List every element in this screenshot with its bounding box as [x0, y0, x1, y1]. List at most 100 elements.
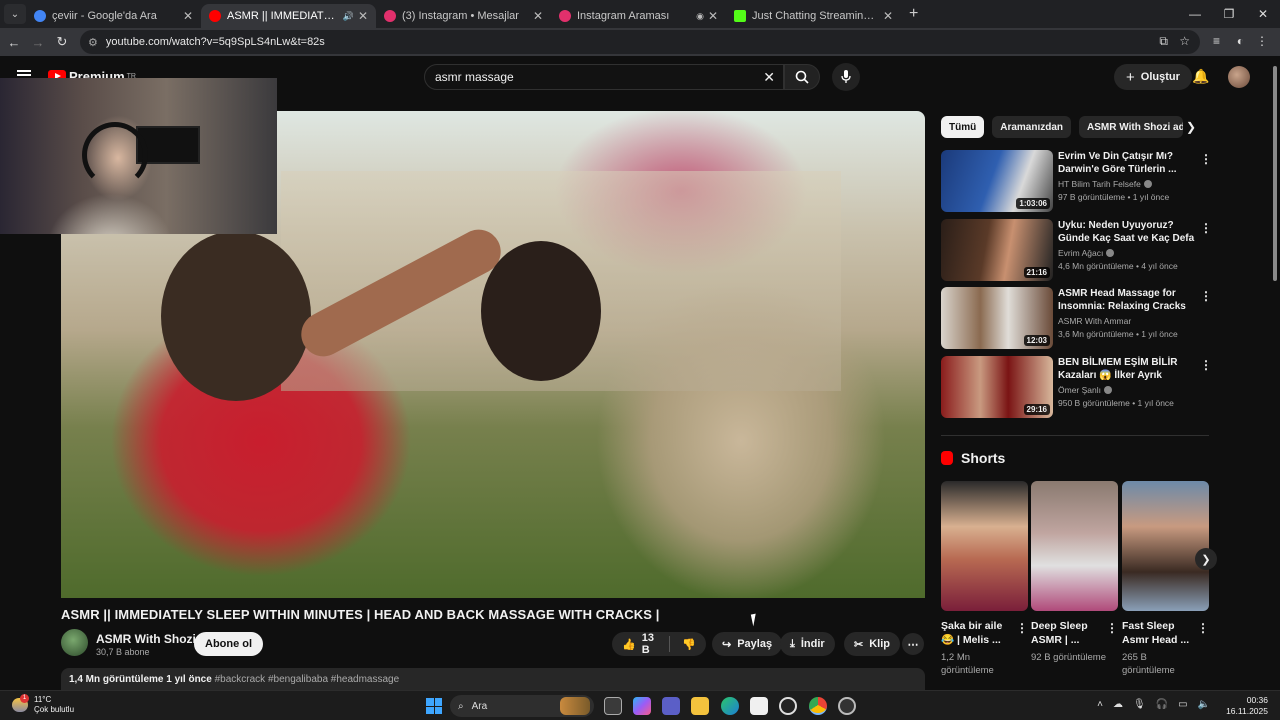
webcam-headset [82, 122, 148, 188]
create-button[interactable]: + Oluştur [1114, 64, 1192, 90]
more-vertical-icon[interactable]: ⋮ [1200, 358, 1212, 372]
video-thumbnail[interactable]: 29:16 [941, 356, 1053, 418]
short-thumbnail[interactable] [941, 481, 1028, 611]
restore-icon[interactable]: ❐ [1212, 0, 1246, 28]
onedrive-icon[interactable]: ☁ [1113, 699, 1123, 710]
minimize-icon[interactable]: — [1178, 0, 1212, 28]
search-button[interactable] [784, 64, 820, 90]
recommendation-item[interactable]: 1:03:06 Evrim Ve Din Çatışır Mı? Darwin'… [941, 150, 1212, 212]
short-thumbnail[interactable] [1122, 481, 1209, 611]
more-vertical-icon[interactable]: ⋮ [1200, 289, 1212, 303]
chevron-right-icon[interactable]: ❯ [1186, 120, 1196, 134]
clear-search-icon[interactable]: ✕ [763, 69, 775, 86]
video-thumbnail[interactable]: 1:03:06 [941, 150, 1053, 212]
forward-icon[interactable]: → [26, 35, 50, 50]
thumbs-down-icon: 👎 [682, 638, 696, 651]
hashtags[interactable]: #backcrack #bengalibaba #headmassage [215, 674, 400, 685]
voice-search-button[interactable] [832, 63, 860, 91]
taskbar-search[interactable]: ⌕ Ara [450, 695, 594, 717]
tab-youtube-video[interactable]: ASMR || IMMEDIATELY SLEE 🔊 ✕ [201, 4, 376, 28]
chip-all[interactable]: Tümü [941, 116, 985, 138]
channel-avatar[interactable] [61, 629, 88, 656]
like-button[interactable]: 👍 13 B [622, 632, 657, 656]
headphones-icon[interactable]: 🎧 [1156, 699, 1168, 710]
more-actions-button[interactable]: ⋯ [902, 633, 924, 655]
task-view-icon[interactable] [604, 697, 622, 715]
dislike-button[interactable]: 👎 [682, 638, 696, 651]
search-highlight-image [560, 697, 590, 715]
cast-icon[interactable]: ⧉ [1159, 34, 1168, 49]
new-tab-icon[interactable]: + [909, 5, 918, 23]
recommendation-item[interactable]: 12:03 ASMR Head Massage for Insomnia: Re… [941, 287, 1212, 349]
account-avatar[interactable] [1228, 66, 1250, 88]
tab-google-search[interactable]: çeviir - Google'da Ara ✕ [26, 4, 201, 28]
profile-icon[interactable]: ◐ [1237, 34, 1244, 48]
speaker-icon[interactable]: 🔈 [1198, 699, 1210, 710]
more-vertical-icon[interactable]: ⋮ [1200, 152, 1212, 166]
instagram-icon [559, 10, 571, 22]
short-item[interactable]: Şaka bir aile 😂 | Melis ... 1,2 Mn görün… [941, 481, 1028, 677]
chatgpt-icon[interactable] [779, 697, 797, 715]
edge-icon[interactable] [721, 697, 739, 715]
video-thumbnail[interactable]: 12:03 [941, 287, 1053, 349]
more-vertical-icon[interactable]: ⋮ [1016, 621, 1028, 635]
clock[interactable]: 00:36 16.11.2025 [1226, 695, 1268, 717]
more-vertical-icon[interactable]: ⋮ [1197, 621, 1209, 635]
windows-start-icon[interactable] [426, 698, 442, 714]
recommendation-item[interactable]: 21:16 Uyku: Neden Uyuyoruz? Günde Kaç Sa… [941, 219, 1212, 281]
bookmark-star-icon[interactable]: ☆ [1179, 34, 1190, 48]
video-frame-person-left [161, 231, 311, 401]
shorts-heading: Shorts [941, 450, 1005, 466]
reload-icon[interactable]: ↻ [50, 34, 74, 50]
more-vertical-icon[interactable]: ⋮ [1106, 621, 1118, 635]
share-button[interactable]: ↪ Paylaş [712, 632, 783, 656]
teams-icon[interactable] [662, 697, 680, 715]
app-icon[interactable] [838, 697, 856, 715]
chevron-up-icon[interactable]: ˄ [1097, 699, 1103, 710]
tab-search-chevron-icon[interactable]: ⌄ [4, 4, 26, 24]
close-tab-icon[interactable]: ✕ [533, 9, 543, 23]
store-icon[interactable] [750, 697, 768, 715]
close-tab-icon[interactable]: ✕ [708, 9, 718, 23]
short-thumbnail[interactable] [1031, 481, 1118, 611]
channel-name[interactable]: ASMR With Shozi [96, 632, 196, 646]
video-thumbnail[interactable]: 21:16 [941, 219, 1053, 281]
subscribe-button[interactable]: Abone ol [194, 632, 264, 656]
url-bar[interactable]: ⚙ youtube.com/watch?v=5q9SpLS4nLw&t=82s [80, 30, 1200, 54]
tab-instagram-search[interactable]: Instagram Araması ◉ ✕ [551, 4, 726, 28]
cloudy-weather-icon: 1 [12, 694, 29, 712]
media-controls-icon[interactable]: ≡ [1213, 34, 1220, 48]
short-item[interactable]: Deep Sleep ASMR | ... 92 B görüntüleme ⋮ [1031, 481, 1118, 664]
close-tab-icon[interactable]: ✕ [883, 9, 893, 23]
short-item[interactable]: Fast Sleep Asmr Head ... 265 B görüntüle… [1122, 481, 1209, 677]
site-info-icon[interactable]: ⚙ [88, 36, 98, 49]
browser-menu-icon[interactable]: ⋮ [1256, 34, 1268, 48]
microphone-icon[interactable]: 🎙 [1133, 699, 1146, 710]
chip-channel[interactable]: ASMR With Shozi adlı yü [1079, 116, 1184, 138]
file-explorer-icon[interactable] [691, 697, 709, 715]
close-window-icon[interactable]: ✕ [1246, 0, 1280, 28]
tab-kick-stream[interactable]: Just Chatting Streaming - Live ✕ [726, 4, 901, 28]
close-tab-icon[interactable]: ✕ [183, 9, 193, 23]
audio-playing-icon[interactable]: 🔊 [343, 11, 354, 22]
download-button[interactable]: ⤓ İndir [780, 632, 835, 656]
close-tab-icon[interactable]: ✕ [358, 9, 368, 23]
like-dislike-segment: 👍 13 B 👎 [612, 632, 706, 656]
clip-button[interactable]: ✂ Klip [844, 632, 900, 656]
shorts-next-button[interactable]: ❯ [1195, 548, 1217, 570]
page-scrollbar[interactable] [1273, 66, 1277, 281]
search-input[interactable]: asmr massage ✕ [424, 64, 784, 90]
more-vertical-icon[interactable]: ⋮ [1200, 221, 1212, 235]
back-icon[interactable]: ← [2, 35, 26, 50]
chip-from-search[interactable]: Aramanızdan [992, 116, 1072, 138]
display-icon[interactable]: ▭ [1178, 699, 1187, 710]
copilot-icon[interactable] [633, 697, 651, 715]
chrome-icon[interactable] [809, 697, 827, 715]
weather-widget[interactable]: 1 11°C Çok bulutlu [12, 694, 74, 715]
tab-instagram-messages[interactable]: (3) Instagram • Mesajlar ✕ [376, 4, 551, 28]
recommendation-item[interactable]: 29:16 BEN BİLMEM EŞİM BİLİR Kazaları 😱 İ… [941, 356, 1212, 418]
search-icon [795, 70, 809, 84]
download-icon: ⤓ [790, 637, 795, 650]
description-box[interactable]: 1,4 Mn görüntüleme 1 yıl önce #backcrack… [61, 668, 925, 690]
notifications-bell-icon[interactable]: 🔔 [1192, 68, 1209, 85]
